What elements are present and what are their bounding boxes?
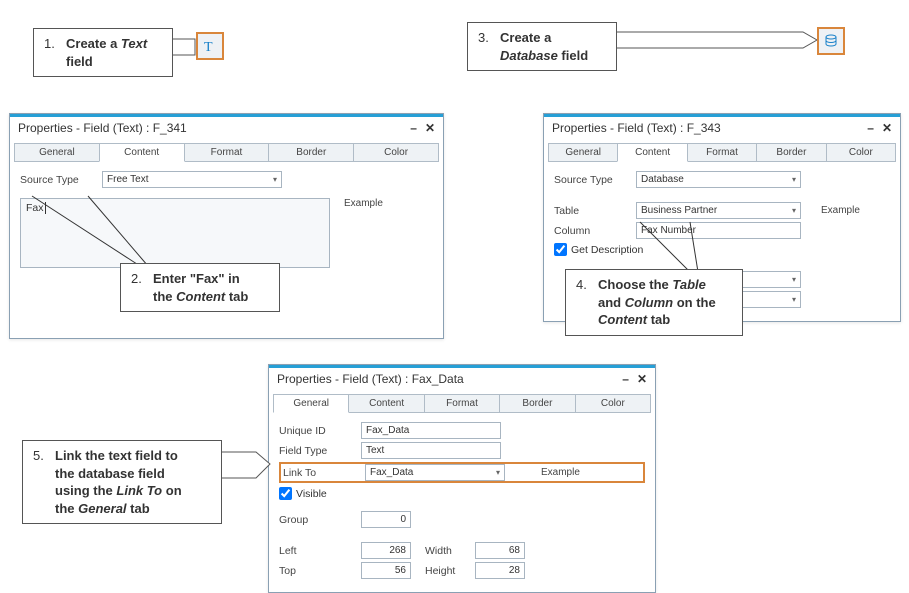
group-label: Group xyxy=(279,514,361,526)
close-button[interactable]: ✕ xyxy=(425,121,435,135)
table-label: Table xyxy=(554,205,636,217)
tab-format[interactable]: Format xyxy=(184,143,270,162)
callout-step5: 5. Link the text field to the database f… xyxy=(22,440,222,524)
column-label: Column xyxy=(554,225,636,237)
source-type-dropdown[interactable]: Database xyxy=(636,171,801,188)
top-label: Top xyxy=(279,565,361,577)
step-number: 3. xyxy=(478,29,500,64)
database-field-tool-icon[interactable] xyxy=(817,27,845,55)
minimize-button[interactable]: – xyxy=(867,121,874,135)
tab-content[interactable]: Content xyxy=(617,143,687,162)
source-type-dropdown[interactable]: Free Text xyxy=(102,171,282,188)
example-label: Example xyxy=(541,467,580,478)
callout3-pointer xyxy=(617,26,817,54)
source-type-label: Source Type xyxy=(554,174,636,186)
tab-format[interactable]: Format xyxy=(424,394,500,413)
properties-window-faxdata: Properties - Field (Text) : Fax_Data – ✕… xyxy=(268,364,656,593)
tab-general[interactable]: General xyxy=(548,143,618,162)
callout-step2: 2. Enter "Fax" in the Content tab xyxy=(120,263,280,312)
width-field[interactable]: 68 xyxy=(475,542,525,559)
height-label: Height xyxy=(425,565,475,577)
close-button[interactable]: ✕ xyxy=(882,121,892,135)
linkto-dropdown[interactable]: Fax_Data xyxy=(365,464,505,481)
linkto-label: Link To xyxy=(283,467,365,479)
fieldtype-field: Text xyxy=(361,442,501,459)
minimize-button[interactable]: – xyxy=(410,121,417,135)
window-title: Properties - Field (Text) : Fax_Data xyxy=(277,372,464,386)
uniqueid-label: Unique ID xyxy=(279,425,361,437)
source-type-label: Source Type xyxy=(20,174,102,186)
window-title: Properties - Field (Text) : F_341 xyxy=(18,121,187,135)
tab-color[interactable]: Color xyxy=(826,143,896,162)
callout-step1: 1. Create a Text field xyxy=(33,28,173,77)
svg-text:T: T xyxy=(204,40,213,54)
top-field[interactable]: 56 xyxy=(361,562,411,579)
tab-content[interactable]: Content xyxy=(99,143,185,162)
table-dropdown[interactable]: Business Partner xyxy=(636,202,801,219)
step-number: 1. xyxy=(44,35,66,70)
callout-step4: 4. Choose the Table and Column on the Co… xyxy=(565,269,743,336)
text-field-tool-icon[interactable]: T xyxy=(196,32,224,60)
example-label: Example xyxy=(344,198,383,268)
uniqueid-field[interactable]: Fax_Data xyxy=(361,422,501,439)
tab-general[interactable]: General xyxy=(273,394,349,413)
tab-color[interactable]: Color xyxy=(353,143,439,162)
tab-content[interactable]: Content xyxy=(348,394,424,413)
step-number: 5. xyxy=(33,447,55,517)
window-title: Properties - Field (Text) : F_343 xyxy=(552,121,721,135)
callout-step3: 3. Create a Database field xyxy=(467,22,617,71)
example-label: Example xyxy=(821,205,860,216)
tab-border[interactable]: Border xyxy=(499,394,575,413)
tab-format[interactable]: Format xyxy=(687,143,757,162)
tab-general[interactable]: General xyxy=(14,143,100,162)
close-button[interactable]: ✕ xyxy=(637,372,647,386)
tab-color[interactable]: Color xyxy=(575,394,651,413)
tab-border[interactable]: Border xyxy=(756,143,826,162)
visible-checkbox[interactable]: Visible xyxy=(279,487,645,500)
step-number: 4. xyxy=(576,276,598,329)
callout5-pointer xyxy=(222,450,272,486)
width-label: Width xyxy=(425,545,475,557)
fieldtype-label: Field Type xyxy=(279,445,361,457)
step-number: 2. xyxy=(131,270,153,305)
left-field[interactable]: 268 xyxy=(361,542,411,559)
height-field[interactable]: 28 xyxy=(475,562,525,579)
tab-border[interactable]: Border xyxy=(268,143,354,162)
minimize-button[interactable]: – xyxy=(622,372,629,386)
group-field[interactable]: 0 xyxy=(361,511,411,528)
left-label: Left xyxy=(279,545,361,557)
